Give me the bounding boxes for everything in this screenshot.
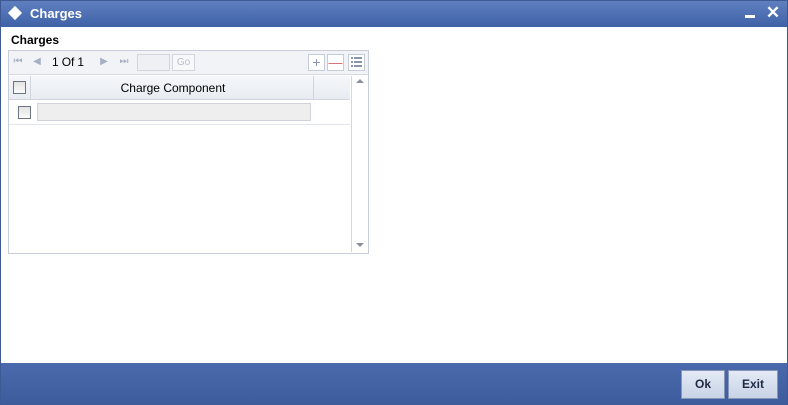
last-page-icon[interactable]: ⏭ bbox=[119, 56, 129, 68]
table-row bbox=[9, 100, 350, 125]
window-title: Charges bbox=[30, 6, 83, 21]
vertical-scrollbar[interactable] bbox=[351, 76, 368, 252]
charge-component-field[interactable] bbox=[37, 103, 311, 121]
current-page: 1 bbox=[52, 55, 59, 69]
single-view-button[interactable] bbox=[348, 54, 365, 71]
column-header-charge-component: Charge Component bbox=[120, 81, 226, 95]
footer-bar: Ok Exit bbox=[1, 363, 787, 404]
scroll-up-icon[interactable] bbox=[356, 79, 364, 83]
row-checkbox[interactable] bbox=[18, 106, 31, 119]
grid-toolbar: ⏮ ◀ 1 Of 1 ▶ ⏭ Go + — bbox=[9, 51, 368, 75]
exit-button[interactable]: Exit bbox=[728, 370, 778, 399]
column-divider bbox=[30, 76, 31, 99]
minimize-button[interactable] bbox=[745, 15, 755, 18]
ok-button[interactable]: Ok bbox=[681, 370, 725, 399]
close-button[interactable]: ✕ bbox=[765, 3, 781, 23]
pager-of-label: Of bbox=[61, 55, 75, 69]
grid-header-row: Charge Component bbox=[9, 76, 350, 100]
next-page-icon[interactable]: ▶ bbox=[99, 56, 109, 68]
list-view-icon bbox=[351, 57, 362, 67]
go-button[interactable]: Go bbox=[172, 54, 195, 71]
delete-row-button[interactable]: — bbox=[327, 54, 344, 71]
add-row-button[interactable]: + bbox=[308, 54, 325, 71]
previous-page-icon[interactable]: ◀ bbox=[32, 56, 42, 68]
charges-window: Charges ✕ Charges ⏮ ◀ 1Of1 ▶ ⏭ Go + — bbox=[0, 0, 788, 405]
select-all-checkbox[interactable] bbox=[13, 81, 26, 94]
pager-text: 1 Of 1 bbox=[52, 55, 84, 69]
page-number-input[interactable] bbox=[137, 54, 170, 71]
charges-grid: ⏮ ◀ 1 Of 1 ▶ ⏭ Go + — Charge Component bbox=[8, 50, 369, 254]
section-title: Charges bbox=[11, 33, 60, 47]
total-pages: 1 bbox=[77, 55, 85, 69]
diamond-icon bbox=[7, 5, 23, 21]
column-divider bbox=[313, 76, 314, 99]
first-page-icon[interactable]: ⏮ bbox=[13, 56, 23, 68]
scroll-down-icon[interactable] bbox=[356, 243, 364, 247]
title-bar: Charges ✕ bbox=[1, 1, 787, 27]
